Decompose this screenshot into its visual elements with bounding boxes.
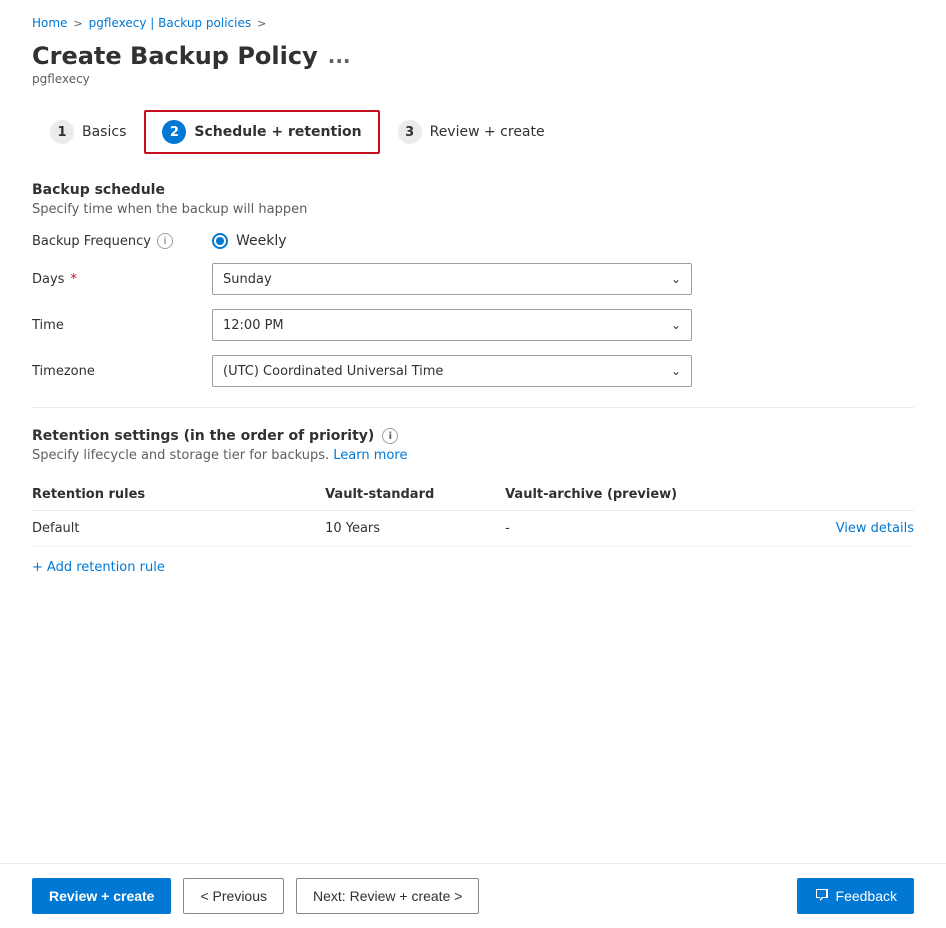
page-subtitle: pgflexecy	[32, 72, 914, 86]
timezone-label: Timezone	[32, 364, 212, 379]
row-action: View details	[725, 511, 914, 547]
feedback-button[interactable]: Feedback	[797, 878, 914, 914]
breadcrumb: Home > pgflexecy | Backup policies >	[32, 16, 914, 30]
next-button[interactable]: Next: Review + create >	[296, 878, 479, 914]
step-basics[interactable]: 1 Basics	[32, 110, 144, 154]
time-label: Time	[32, 318, 212, 333]
time-dropdown[interactable]: 12:00 PM ⌄	[212, 309, 692, 341]
step-schedule-number: 2	[162, 120, 186, 144]
more-options-icon[interactable]: ...	[328, 44, 351, 68]
feedback-label: Feedback	[836, 888, 897, 904]
row-vault-archive: -	[505, 511, 725, 547]
page-title: Create Backup Policy	[32, 42, 318, 70]
days-chevron-icon: ⌄	[671, 272, 681, 286]
retention-settings-title: Retention settings (in the order of prio…	[32, 428, 374, 444]
time-group: Time 12:00 PM ⌄	[32, 309, 914, 341]
row-vault-standard: 10 Years	[305, 511, 505, 547]
step-review-label: Review + create	[430, 124, 545, 140]
previous-button[interactable]: < Previous	[183, 878, 284, 914]
step-schedule-label: Schedule + retention	[194, 124, 361, 140]
weekly-label: Weekly	[236, 233, 287, 249]
view-details-link[interactable]: View details	[836, 521, 914, 536]
add-rule-label: Add retention rule	[47, 560, 165, 575]
page-title-container: Create Backup Policy ...	[32, 42, 914, 70]
feedback-icon	[814, 887, 830, 906]
time-chevron-icon: ⌄	[671, 318, 681, 332]
step-basics-number: 1	[50, 120, 74, 144]
days-label: Days *	[32, 272, 212, 287]
retention-settings-subtitle: Specify lifecycle and storage tier for b…	[32, 448, 914, 463]
step-review-create[interactable]: 3 Review + create	[380, 110, 563, 154]
backup-frequency-label: Backup Frequency i	[32, 233, 212, 249]
review-create-button[interactable]: Review + create	[32, 878, 171, 914]
days-required: *	[70, 272, 77, 287]
row-rule-name: Default	[32, 511, 305, 547]
step-schedule-retention[interactable]: 2 Schedule + retention	[144, 110, 379, 154]
breadcrumb-policies[interactable]: pgflexecy | Backup policies	[89, 16, 251, 30]
steps-bar: 1 Basics 2 Schedule + retention 3 Review…	[32, 110, 914, 154]
footer-bar: Review + create < Previous Next: Review …	[0, 863, 946, 928]
timezone-chevron-icon: ⌄	[671, 364, 681, 378]
backup-schedule-section: Backup schedule Specify time when the ba…	[32, 182, 914, 387]
col-vault-archive: Vault-archive (preview)	[505, 479, 725, 511]
col-retention-rules: Retention rules	[32, 479, 305, 511]
col-action	[725, 479, 914, 511]
retention-info-icon[interactable]: i	[382, 428, 398, 444]
col-vault-standard: Vault-standard	[305, 479, 505, 511]
retention-settings-section: Retention settings (in the order of prio…	[32, 428, 914, 575]
breadcrumb-sep1: >	[73, 17, 82, 30]
backup-schedule-title: Backup schedule	[32, 182, 914, 198]
table-row: Default 10 Years - View details	[32, 511, 914, 547]
backup-schedule-subtitle: Specify time when the backup will happen	[32, 202, 914, 217]
backup-frequency-radio: Weekly	[212, 233, 287, 249]
section-divider	[32, 407, 914, 408]
backup-frequency-group: Backup Frequency i Weekly	[32, 233, 914, 249]
add-retention-rule-link[interactable]: + Add retention rule	[32, 560, 165, 575]
breadcrumb-sep2: >	[257, 17, 266, 30]
days-group: Days * Sunday ⌄	[32, 263, 914, 295]
weekly-radio[interactable]	[212, 233, 228, 249]
add-rule-icon: +	[32, 560, 43, 575]
frequency-info-icon[interactable]: i	[157, 233, 173, 249]
table-header-row: Retention rules Vault-standard Vault-arc…	[32, 479, 914, 511]
timezone-dropdown[interactable]: (UTC) Coordinated Universal Time ⌄	[212, 355, 692, 387]
retention-table: Retention rules Vault-standard Vault-arc…	[32, 479, 914, 547]
days-value: Sunday	[223, 272, 272, 287]
timezone-group: Timezone (UTC) Coordinated Universal Tim…	[32, 355, 914, 387]
step-review-number: 3	[398, 120, 422, 144]
days-dropdown[interactable]: Sunday ⌄	[212, 263, 692, 295]
timezone-value: (UTC) Coordinated Universal Time	[223, 364, 443, 379]
step-basics-label: Basics	[82, 124, 126, 140]
time-value: 12:00 PM	[223, 318, 284, 333]
retention-settings-header: Retention settings (in the order of prio…	[32, 428, 914, 444]
breadcrumb-home[interactable]: Home	[32, 16, 67, 30]
learn-more-link[interactable]: Learn more	[333, 448, 407, 463]
